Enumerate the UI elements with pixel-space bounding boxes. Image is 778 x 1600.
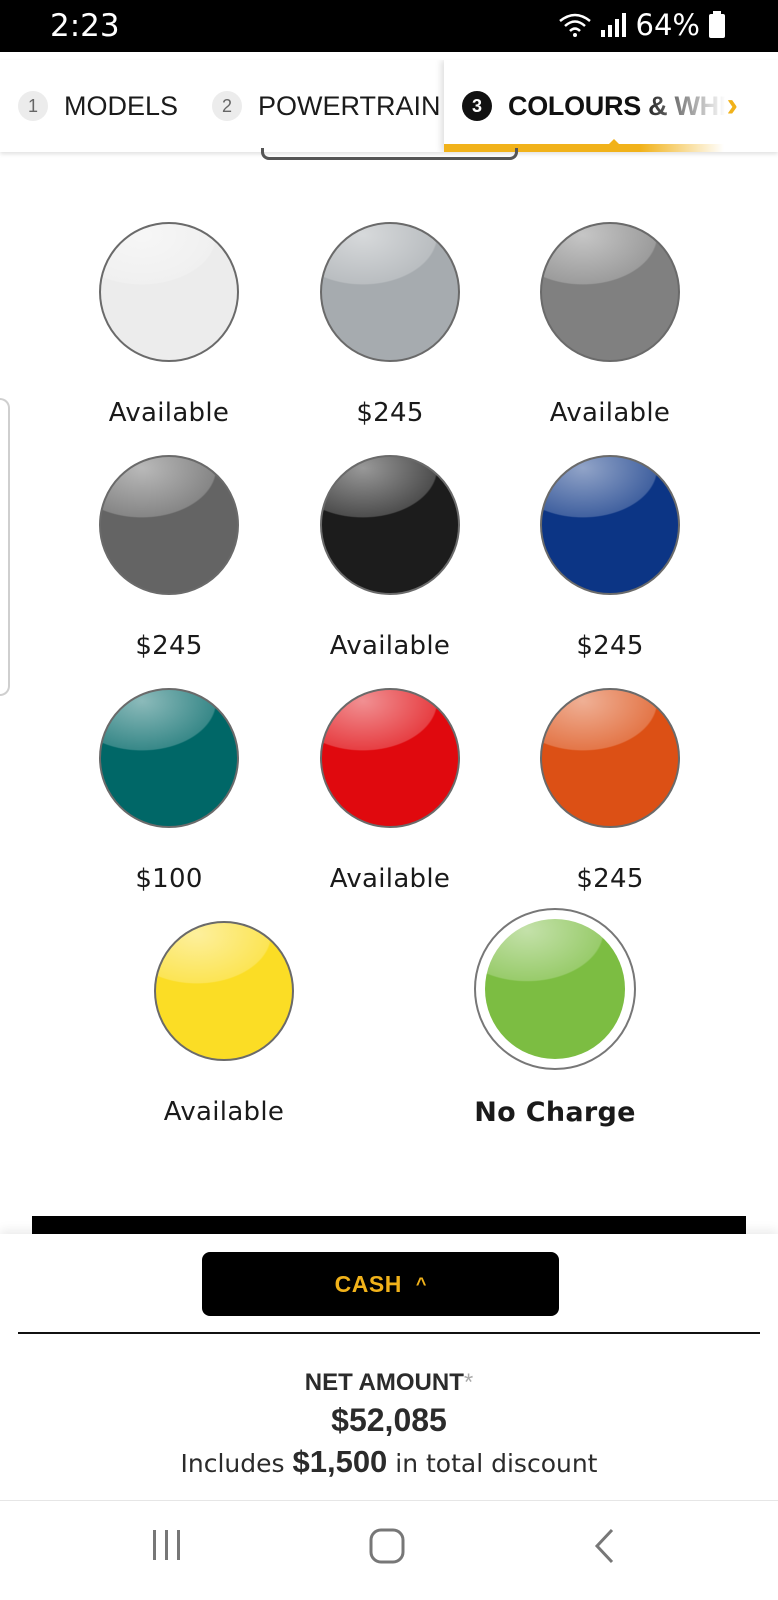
payment-type-label: CASH xyxy=(334,1270,402,1297)
colour-swatch[interactable] xyxy=(320,688,460,828)
status-icons: 64% xyxy=(558,8,726,42)
colour-swatch[interactable] xyxy=(540,455,680,595)
tab-models[interactable]: 1 MODELS xyxy=(18,60,178,152)
net-amount-label: NET AMOUNT* xyxy=(304,1369,474,1396)
swatch-price: Available xyxy=(329,631,451,661)
swatch-price: $245 xyxy=(576,864,644,894)
status-time: 2:23 xyxy=(50,8,120,44)
colour-swatch-selected[interactable] xyxy=(485,919,625,1059)
colour-swatch[interactable] xyxy=(540,688,680,828)
swatch-price: Available xyxy=(329,864,451,894)
dark-banner-edge xyxy=(32,1216,746,1236)
back-icon[interactable] xyxy=(592,1527,616,1565)
net-amount-value: $52,085 xyxy=(331,1402,447,1438)
swatch-price: $100 xyxy=(135,864,203,894)
chevron-right-icon[interactable]: › xyxy=(727,86,738,125)
swatch-price: $245 xyxy=(576,631,644,661)
wifi-icon xyxy=(558,13,591,37)
swatch-price: $245 xyxy=(135,631,203,661)
home-icon[interactable] xyxy=(368,1527,406,1565)
signal-icon xyxy=(600,13,626,37)
side-panel-handle[interactable] xyxy=(0,398,10,696)
colour-swatch[interactable] xyxy=(154,921,294,1061)
colour-swatch[interactable] xyxy=(320,455,460,595)
swatch-price: $245 xyxy=(356,398,424,428)
colour-swatch[interactable] xyxy=(540,222,680,362)
step-number: 3 xyxy=(462,91,492,121)
divider xyxy=(18,1332,760,1334)
colour-swatch[interactable] xyxy=(320,222,460,362)
swatch-price: Available xyxy=(549,398,671,428)
footnote-asterisk: * xyxy=(463,1369,474,1396)
discount-line: Includes $1,500 in total discount xyxy=(180,1444,598,1479)
active-tab-notch xyxy=(607,139,621,146)
step-number: 1 xyxy=(18,91,48,121)
price-summary: CASH ^ NET AMOUNT* $52,085 Includes $1,5… xyxy=(0,1234,778,1500)
recents-icon[interactable] xyxy=(150,1527,184,1563)
step-tabs: 1 MODELS 2 POWERTRAIN 3 COLOURS & WHE › xyxy=(0,60,778,152)
swatch-price: Available xyxy=(108,398,230,428)
discount-amount: $1,500 xyxy=(292,1444,388,1479)
colour-swatch[interactable] xyxy=(99,222,239,362)
colour-swatch[interactable] xyxy=(99,688,239,828)
battery-percent: 64% xyxy=(635,8,700,42)
step-number: 2 xyxy=(212,91,242,121)
tab-fade xyxy=(640,60,740,152)
battery-icon xyxy=(709,11,725,38)
step-label: POWERTRAIN xyxy=(258,90,441,121)
payment-type-button[interactable]: CASH ^ xyxy=(202,1252,559,1316)
status-bar: 2:23 64% xyxy=(0,0,778,52)
swatch-price: Available xyxy=(163,1097,285,1127)
colour-swatch[interactable] xyxy=(99,455,239,595)
tab-powertrain[interactable]: 2 POWERTRAIN xyxy=(212,60,441,152)
chevron-up-icon: ^ xyxy=(415,1273,427,1294)
partial-dropdown-box xyxy=(261,148,518,160)
step-label: MODELS xyxy=(64,90,179,121)
system-nav-bar xyxy=(0,1500,778,1600)
swatch-price: No Charge xyxy=(474,1097,636,1128)
